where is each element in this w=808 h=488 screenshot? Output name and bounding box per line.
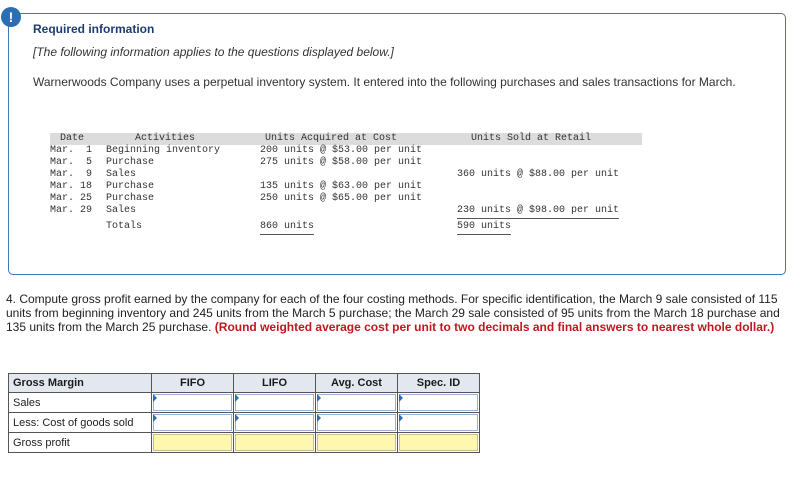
flag-icon <box>399 394 403 402</box>
sales-avg-cost-input[interactable] <box>317 394 396 411</box>
header-gross-margin: Gross Margin <box>8 373 152 393</box>
flag-icon <box>317 414 321 422</box>
ledger-row-sold: 230 units @ $98.00 per unit <box>457 205 620 219</box>
ledger-row-date: Mar. 5 <box>50 157 93 168</box>
row-label-cogs: Less: Cost of goods sold <box>8 412 152 433</box>
ledger-row-date: Mar. 9 <box>50 169 93 180</box>
ledger-total-sold: 590 units <box>457 221 512 235</box>
ledger-row-acquired: 200 units @ $53.00 per unit <box>260 145 423 156</box>
ledger-row-activity: Purchase <box>106 181 155 192</box>
header-lifo: LIFO <box>233 373 316 393</box>
sales-spec-id-input[interactable] <box>399 394 478 411</box>
cogs-fifo-input[interactable] <box>153 414 232 431</box>
info-description: Warnerwoods Company uses a perpetual inv… <box>33 75 736 89</box>
cogs-avg-cost-input[interactable] <box>317 414 396 431</box>
ledger-row-activity: Beginning inventory <box>106 145 221 156</box>
ledger-header-sold: Units Sold at Retail <box>471 133 592 144</box>
ledger-row-sold: 360 units @ $88.00 per unit <box>457 169 620 180</box>
ledger-row-date: Mar. 25 <box>50 193 93 204</box>
ledger-header-acquired: Units Acquired at Cost <box>265 133 398 144</box>
question-text: 4. Compute gross profit earned by the co… <box>6 292 796 334</box>
info-subtitle: [The following information applies to th… <box>33 45 394 59</box>
ledger-row-acquired: 275 units @ $58.00 per unit <box>260 157 423 168</box>
ledger-row-date: Mar. 29 <box>50 205 93 216</box>
flag-icon <box>235 394 239 402</box>
ledger-row-activity: Purchase <box>106 193 155 204</box>
sales-fifo-input[interactable] <box>153 394 232 411</box>
header-avg-cost: Avg. Cost <box>315 373 398 393</box>
question-rounding-instruction: (Round weighted average cost per unit to… <box>214 320 775 334</box>
ledger-row-date: Mar. 1 <box>50 145 93 156</box>
gross-profit-avg-cost-input[interactable] <box>317 434 396 451</box>
ledger-header-activities: Activities <box>135 133 196 144</box>
ledger-row-date: Mar. 18 <box>50 181 93 192</box>
flag-icon <box>399 414 403 422</box>
alert-icon: ! <box>1 7 21 27</box>
ledger-row-acquired: 135 units @ $63.00 per unit <box>260 181 423 192</box>
gross-profit-fifo-input[interactable] <box>153 434 232 451</box>
table-row-cogs: Less: Cost of goods sold <box>8 412 480 433</box>
flag-icon <box>317 394 321 402</box>
flag-icon <box>153 414 157 422</box>
cogs-spec-id-input[interactable] <box>399 414 478 431</box>
ledger-row-activity: Sales <box>106 205 137 216</box>
cogs-lifo-input[interactable] <box>235 414 314 431</box>
ledger-row-activity: Sales <box>106 169 137 180</box>
gross-profit-spec-id-input[interactable] <box>399 434 478 451</box>
flag-icon <box>235 414 239 422</box>
header-fifo: FIFO <box>151 373 234 393</box>
table-row-gross-profit: Gross profit <box>8 432 480 453</box>
ledger-row-acquired: 250 units @ $65.00 per unit <box>260 193 423 204</box>
ledger-row-activity: Purchase <box>106 157 155 168</box>
info-title: Required information <box>33 22 155 36</box>
row-label-sales: Sales <box>8 392 152 413</box>
gross-margin-table: Gross Margin FIFO LIFO Avg. Cost Spec. I… <box>8 373 480 453</box>
ledger-totals-label: Totals <box>106 221 143 232</box>
table-header-row: Gross Margin FIFO LIFO Avg. Cost Spec. I… <box>8 373 480 393</box>
table-row-sales: Sales <box>8 392 480 413</box>
sales-lifo-input[interactable] <box>235 394 314 411</box>
row-label-gross-profit: Gross profit <box>8 432 152 453</box>
header-spec-id: Spec. ID <box>397 373 480 393</box>
gross-profit-lifo-input[interactable] <box>235 434 314 451</box>
ledger-header-date: Date <box>60 133 85 144</box>
flag-icon <box>153 394 157 402</box>
ledger-total-acquired: 860 units <box>260 221 315 235</box>
